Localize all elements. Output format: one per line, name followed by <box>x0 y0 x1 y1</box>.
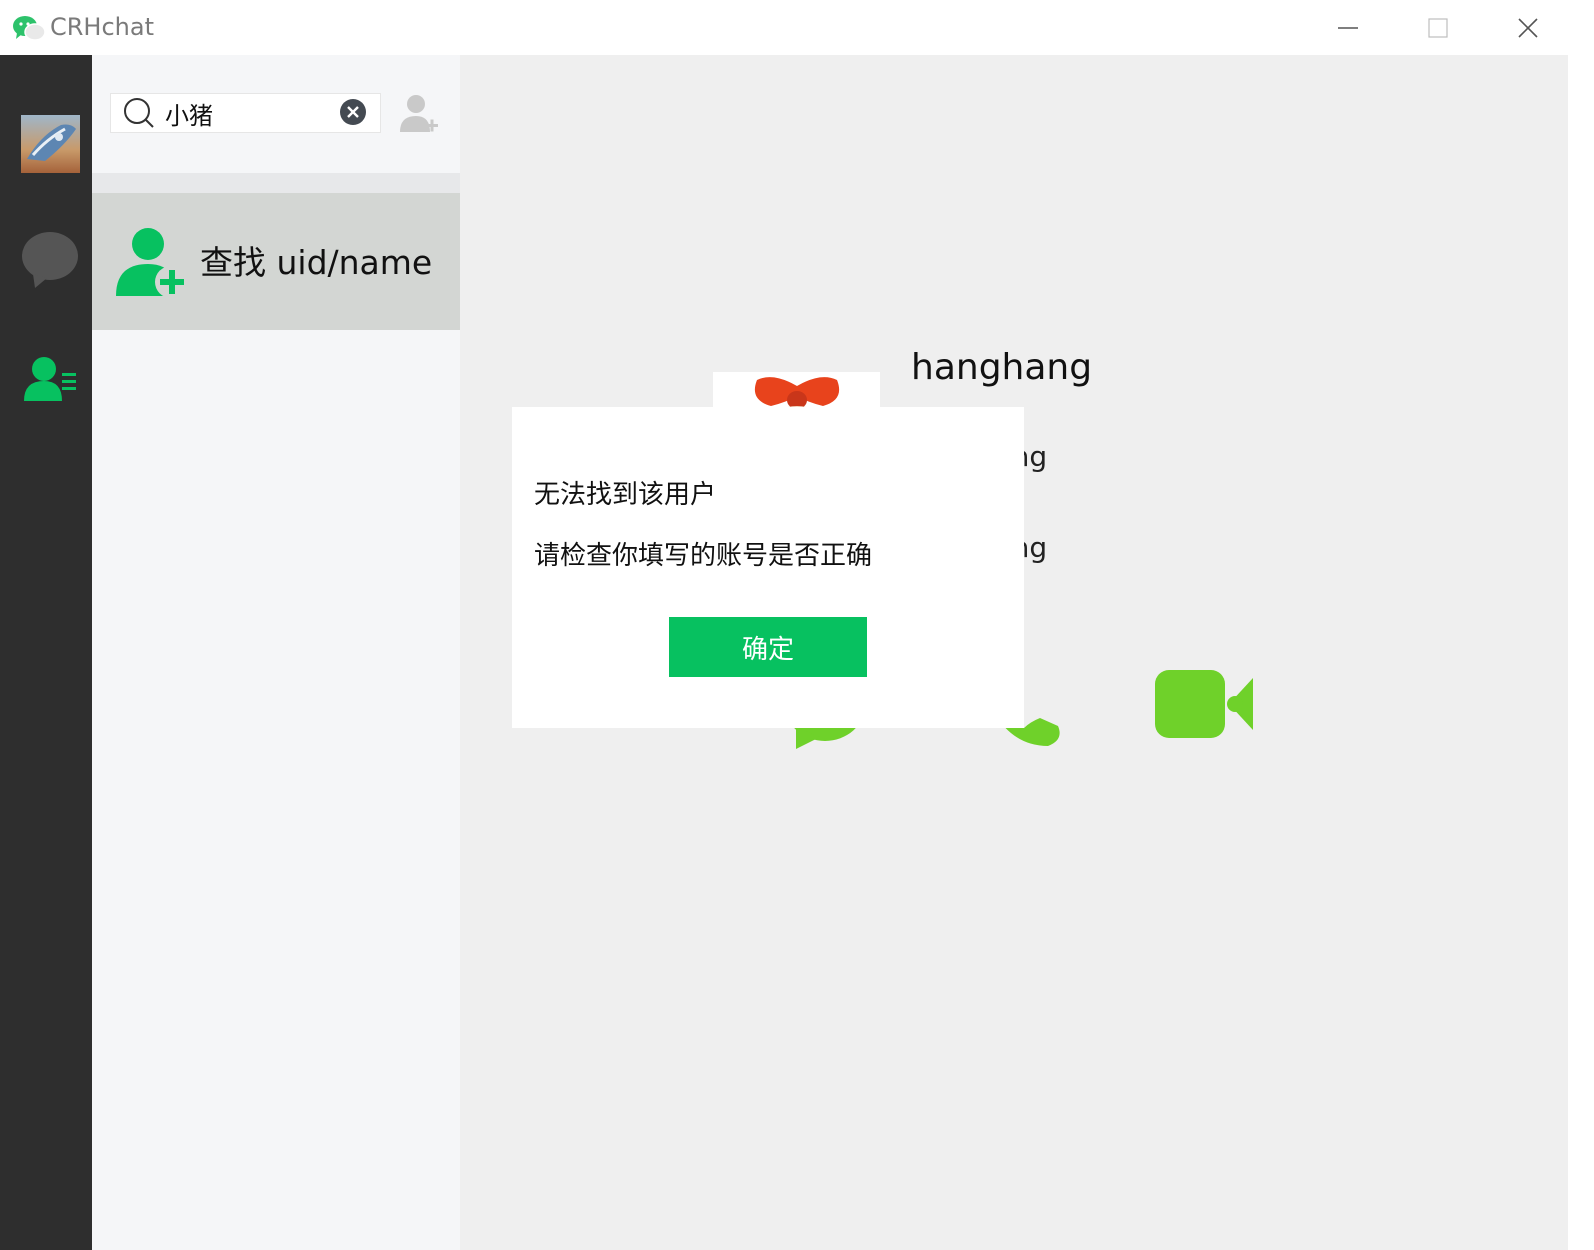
user-avatar[interactable] <box>21 115 80 173</box>
search-icon <box>122 96 156 130</box>
search-input[interactable] <box>165 96 335 130</box>
window-edge <box>1568 55 1594 1250</box>
close-button[interactable] <box>1483 0 1573 55</box>
list-divider <box>92 173 460 193</box>
clear-search-icon[interactable] <box>339 98 367 126</box>
find-user-icon <box>114 226 188 298</box>
maximize-button[interactable] <box>1393 0 1483 55</box>
ok-button[interactable]: 确定 <box>669 617 867 677</box>
dialog-title: 无法找到该用户 <box>534 480 717 510</box>
add-contact-icon[interactable] <box>396 92 440 136</box>
app-title: CRHchat <box>50 13 155 41</box>
nav-chat-icon[interactable] <box>21 230 79 290</box>
profile-name: hanghang <box>911 347 1093 388</box>
video-call-icon[interactable] <box>1155 668 1255 740</box>
dialog-message: 请检查你填写的账号是否正确 <box>534 541 873 571</box>
wechat-logo-icon <box>12 14 46 42</box>
maximize-icon <box>1428 17 1448 38</box>
nav-contacts-icon[interactable] <box>22 355 80 405</box>
close-icon <box>1518 17 1538 38</box>
find-user-label: 查找 uid/name <box>200 243 433 282</box>
minimize-button[interactable] <box>1303 0 1393 55</box>
minimize-icon <box>1338 26 1358 29</box>
